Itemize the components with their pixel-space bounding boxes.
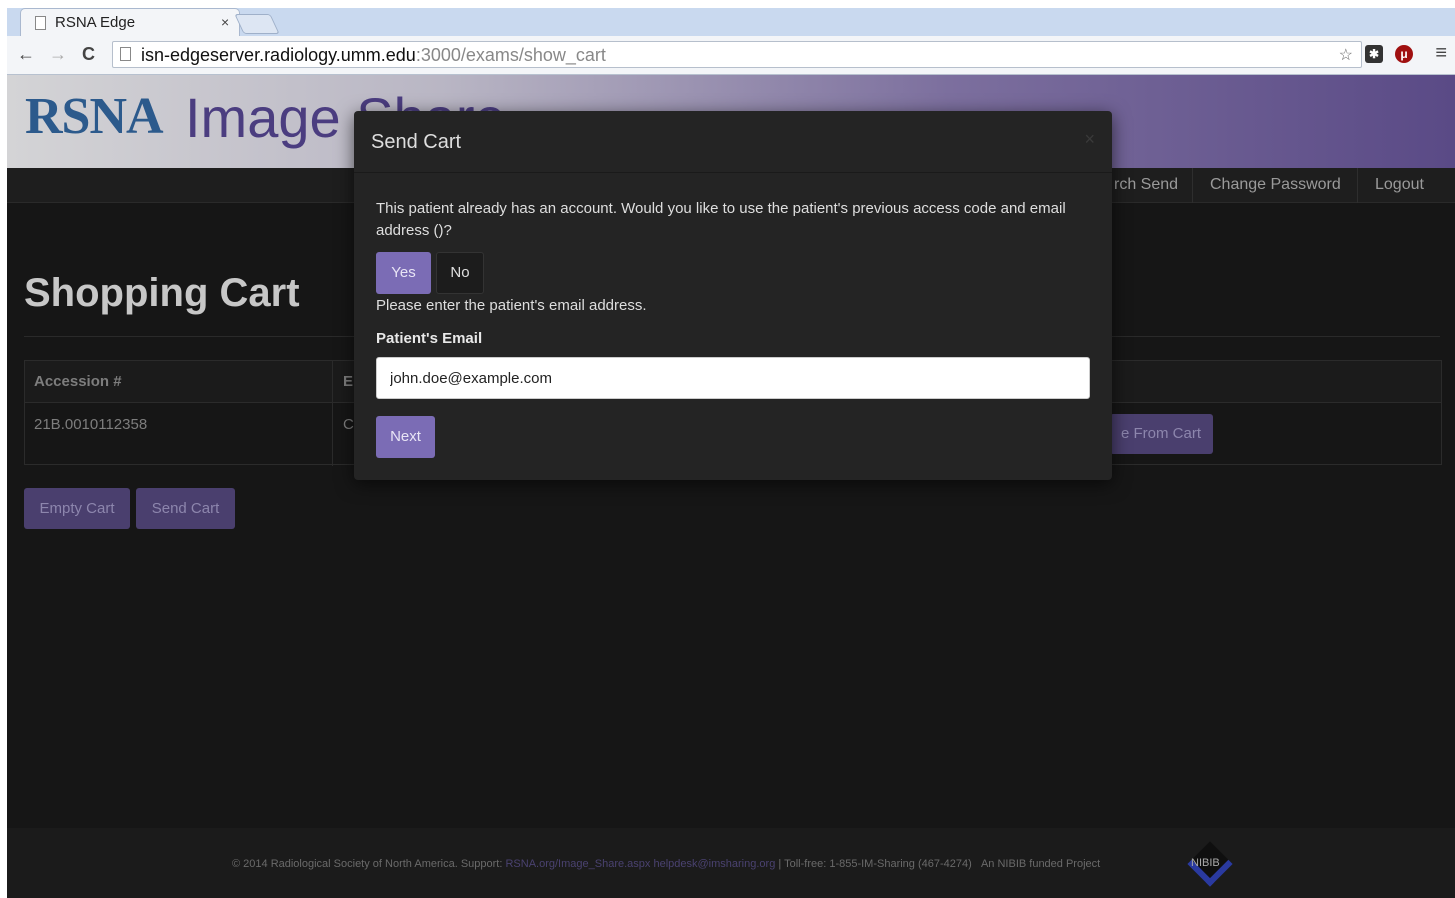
reload-icon[interactable]: C — [82, 44, 95, 65]
support-link[interactable]: RSNA.org/Image_Share.aspx — [505, 858, 650, 870]
next-button[interactable]: Next — [376, 416, 435, 458]
remove-from-cart-button[interactable]: e From Cart — [1110, 414, 1213, 454]
yes-button[interactable]: Yes — [376, 252, 431, 294]
modal-header: Send Cart × — [354, 111, 1112, 173]
page-icon — [35, 16, 46, 30]
page-title: Shopping Cart — [24, 271, 300, 315]
extension-icon[interactable]: ✱ — [1365, 45, 1383, 63]
no-button[interactable]: No — [436, 252, 484, 294]
url-text: isn-edgeserver.radiology.umm.edu:3000/ex… — [141, 45, 606, 65]
email-field-label: Patient's Email — [376, 330, 483, 347]
back-icon[interactable]: ← — [17, 44, 35, 65]
empty-cart-button[interactable]: Empty Cart — [24, 488, 130, 529]
nav-change-password[interactable]: Change Password — [1210, 176, 1341, 194]
column-header-accession: Accession # — [34, 373, 122, 390]
send-cart-button[interactable]: Send Cart — [136, 488, 235, 529]
forward-icon[interactable]: → — [49, 44, 67, 65]
accession-cell: 21B.0010112358 — [34, 416, 148, 433]
modal-title: Send Cart — [371, 131, 462, 153]
browser-toolbar: ← → C isn-edgeserver.radiology.umm.edu:3… — [7, 36, 1455, 75]
nav-logout[interactable]: Logout — [1375, 176, 1424, 194]
footer-text: © 2014 Radiological Society of North Ame… — [232, 858, 1101, 870]
account-exists-message: This patient already has an account. Wou… — [376, 200, 1066, 239]
menu-icon[interactable]: ≡ — [1435, 42, 1447, 65]
bookmark-star-icon[interactable]: ☆ — [1339, 45, 1353, 65]
email-prompt: Please enter the patient's email address… — [376, 297, 647, 314]
helpdesk-link[interactable]: helpdesk@imsharing.org — [653, 858, 775, 870]
nav-search-send[interactable]: rch Send — [1114, 176, 1178, 194]
ublock-icon[interactable]: μ — [1395, 45, 1413, 63]
patient-email-input[interactable] — [376, 357, 1090, 399]
exam-cell: C — [343, 416, 354, 433]
new-tab-button[interactable] — [234, 14, 280, 34]
close-icon[interactable]: × — [1084, 129, 1095, 150]
page-icon — [120, 47, 131, 61]
browser-tab[interactable]: RSNA Edge × — [20, 8, 240, 36]
nav-divider — [1192, 168, 1193, 203]
tab-close-icon[interactable]: × — [221, 14, 229, 30]
tab-title: RSNA Edge — [55, 14, 136, 31]
nibib-logo: NIBIB — [1185, 839, 1235, 889]
send-cart-modal: Send Cart × This patient already has an … — [354, 111, 1112, 480]
rsna-logo: RSNA — [25, 88, 164, 145]
column-header-exam: E — [343, 373, 354, 390]
nav-divider — [1357, 168, 1358, 203]
address-bar[interactable]: isn-edgeserver.radiology.umm.edu:3000/ex… — [112, 41, 1362, 68]
browser-chrome: RSNA Edge × ← → C isn-edgeserver.radiolo… — [7, 8, 1455, 75]
column-divider — [332, 361, 333, 466]
footer: © 2014 Radiological Society of North Ame… — [7, 828, 1455, 898]
